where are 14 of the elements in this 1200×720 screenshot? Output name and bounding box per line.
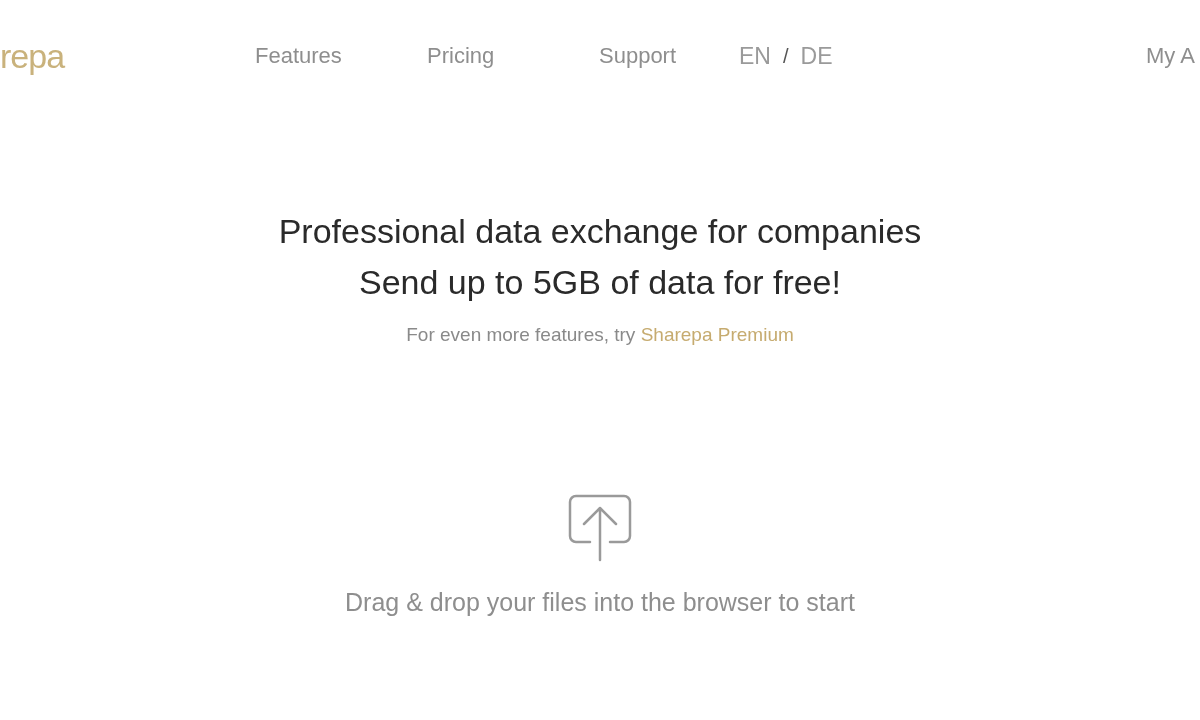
upload-hint: Drag & drop your files into the browser to start (345, 588, 855, 617)
headline: Send up to 5GB of data for free! (358, 262, 842, 303)
logo[interactable]: repa (0, 36, 255, 76)
nav-link[interactable]: Features (255, 43, 427, 69)
language-link[interactable]: EN (739, 42, 771, 70)
account-link[interactable]: My A (1146, 43, 1200, 69)
nav-link[interactable]: Support (599, 43, 739, 69)
premium-link[interactable]: Sharepa Premium (640, 324, 794, 345)
subtitle: For even more features, try (406, 324, 636, 345)
headline: Professional data exchange for companies (277, 211, 923, 252)
language-link[interactable]: DE (800, 42, 833, 70)
nav-link[interactable]: Pricing (427, 43, 599, 69)
upload-icon[interactable] (568, 494, 632, 562)
language-separator: / (782, 44, 789, 68)
